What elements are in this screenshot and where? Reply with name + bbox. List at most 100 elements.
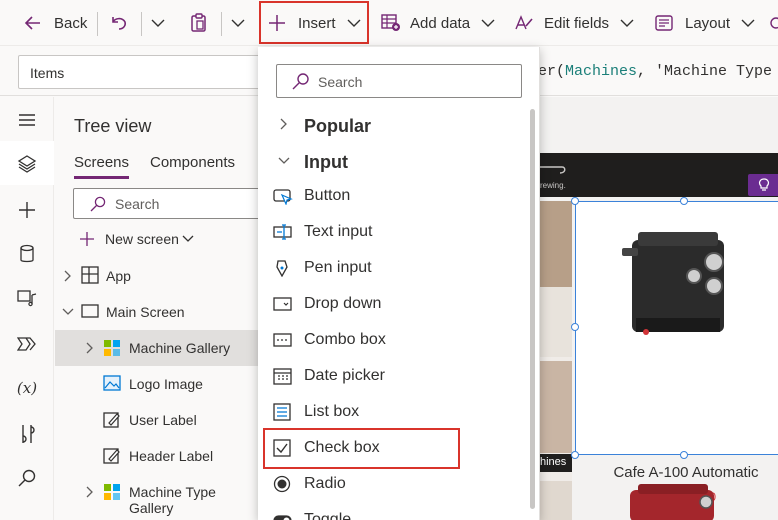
variable-icon: (x) <box>16 379 38 397</box>
edit-fields-button[interactable]: Edit fields <box>514 0 634 46</box>
item-label: List box <box>304 403 360 420</box>
undo-dropdown-button[interactable] <box>150 0 166 46</box>
resize-handle[interactable] <box>571 197 579 205</box>
red-espresso-machine-image <box>630 484 714 520</box>
tree-item-logo-image[interactable]: Logo Image <box>55 366 260 402</box>
tree-item-label: Logo Image <box>129 376 203 392</box>
chevron-right-icon <box>64 270 71 282</box>
insert-rail-button[interactable] <box>15 198 39 222</box>
advanced-tools-button[interactable] <box>15 422 39 446</box>
insert-item-combo-box[interactable]: Combo box <box>258 322 528 358</box>
search-placeholder: Search <box>115 196 160 212</box>
tree-view-button[interactable] <box>15 152 39 176</box>
back-button[interactable]: Back <box>24 0 87 46</box>
search-icon <box>18 469 36 487</box>
calendar-icon <box>273 368 292 385</box>
tab-screens[interactable]: Screens <box>74 154 129 171</box>
insert-item-drop-down[interactable]: Drop down <box>258 286 528 322</box>
data-button[interactable] <box>15 242 39 266</box>
paste-dropdown-button[interactable] <box>230 0 246 46</box>
separator <box>221 12 222 36</box>
tree-view-panel: Tree view Screens Components Search New … <box>55 97 268 520</box>
app-canvas[interactable]: rewing. hines Cafe A-100 Automatic $21,9… <box>540 97 778 520</box>
media-button[interactable] <box>15 286 39 310</box>
insert-item-list-box[interactable]: List box <box>258 394 528 430</box>
insert-search-input[interactable]: Search <box>276 64 522 98</box>
chevron-down-icon <box>481 19 495 27</box>
pen-icon <box>276 260 288 277</box>
tree-item-machine-gallery[interactable]: Machine Gallery <box>55 330 260 366</box>
edit-fields-label: Edit fields <box>544 14 610 32</box>
active-tab-indicator <box>74 176 129 179</box>
search-icon <box>292 73 309 90</box>
lightbulb-button[interactable] <box>748 174 778 196</box>
formula-rest: , 'Machine Type <box>637 63 773 80</box>
search-rail-button[interactable] <box>15 466 39 490</box>
new-screen-button[interactable]: New screen <box>55 221 260 257</box>
search-icon <box>90 196 106 212</box>
hamburger-menu-button[interactable] <box>15 108 39 132</box>
variables-button[interactable]: (x) <box>15 376 39 400</box>
add-data-button[interactable]: Add data <box>381 0 495 46</box>
resize-handle[interactable] <box>680 197 688 205</box>
section-popular[interactable]: Popular <box>258 108 540 142</box>
chevron-down-icon <box>278 157 290 164</box>
chevron-right-icon <box>280 118 287 130</box>
clipboard-icon <box>191 13 206 32</box>
item-label: Toggle <box>304 511 352 520</box>
logo-fragment-icon <box>540 166 566 174</box>
dropdown-icon <box>273 297 292 311</box>
chevron-down-icon <box>151 19 165 27</box>
property-selector[interactable]: Items <box>18 55 263 89</box>
check-box-highlight-box <box>263 428 460 469</box>
hamburger-icon <box>19 114 35 126</box>
button-icon <box>273 189 293 205</box>
insert-item-toggle[interactable]: Toggle <box>258 502 528 520</box>
insert-item-text-input[interactable]: Text input <box>258 214 528 250</box>
thumbnail-image <box>540 361 572 453</box>
product-name: Cafe A-100 Automatic <box>613 464 759 481</box>
gallery-icon <box>104 340 120 356</box>
panel-title: Tree view <box>74 116 152 136</box>
formula-input[interactable]: er(Machines, 'Machine Type <box>538 63 772 80</box>
insert-item-date-picker[interactable]: Date picker <box>258 358 528 394</box>
machine-type-label: hines <box>540 454 572 472</box>
layout-button[interactable]: Layout <box>655 0 755 46</box>
tree-item-main-screen[interactable]: Main Screen <box>55 294 260 330</box>
undo-button[interactable] <box>110 0 128 46</box>
insert-item-pen-input[interactable]: Pen input <box>258 250 528 286</box>
database-icon <box>20 244 34 263</box>
power-automate-button[interactable] <box>15 332 39 356</box>
insert-item-button[interactable]: Button <box>258 178 528 214</box>
insert-item-radio[interactable]: Radio <box>258 466 528 502</box>
tab-components[interactable]: Components <box>150 154 235 171</box>
resize-handle[interactable] <box>680 451 688 459</box>
machine-gallery-selected[interactable]: Cafe A-100 Automatic $21,900.00 <box>575 201 778 504</box>
overflow-button[interactable] <box>768 0 778 46</box>
layout-label: Layout <box>685 14 731 32</box>
text-edit-icon <box>515 15 533 30</box>
chevron-down-icon <box>741 19 755 27</box>
undo-icon <box>112 17 126 30</box>
combo-box-icon <box>273 333 292 347</box>
tree-search-input[interactable]: Search <box>73 188 268 219</box>
formula-function: er( <box>538 63 566 80</box>
tree-item-app[interactable]: App <box>55 258 260 294</box>
thumbnail-image <box>540 481 572 520</box>
paste-button[interactable] <box>190 0 208 46</box>
resize-handle[interactable] <box>571 323 579 331</box>
search-placeholder: Search <box>318 74 363 90</box>
property-name: Items <box>30 65 65 81</box>
thumbnail-image <box>540 287 572 357</box>
tree-item-user-label[interactable]: User Label <box>55 402 260 438</box>
tree-item-header-label[interactable]: Header Label <box>55 438 260 474</box>
app-header-bar: rewing. <box>540 153 778 197</box>
item-label: Pen input <box>304 259 372 276</box>
section-input[interactable]: Input <box>258 144 540 178</box>
resize-handle[interactable] <box>571 451 579 459</box>
arrow-left-icon <box>24 16 40 30</box>
tree-item-machine-type-gallery[interactable]: Machine Type Gallery <box>55 474 260 516</box>
machine-type-gallery[interactable] <box>540 201 572 520</box>
menu-scrollbar[interactable] <box>530 109 535 509</box>
gallery-icon <box>104 484 120 500</box>
